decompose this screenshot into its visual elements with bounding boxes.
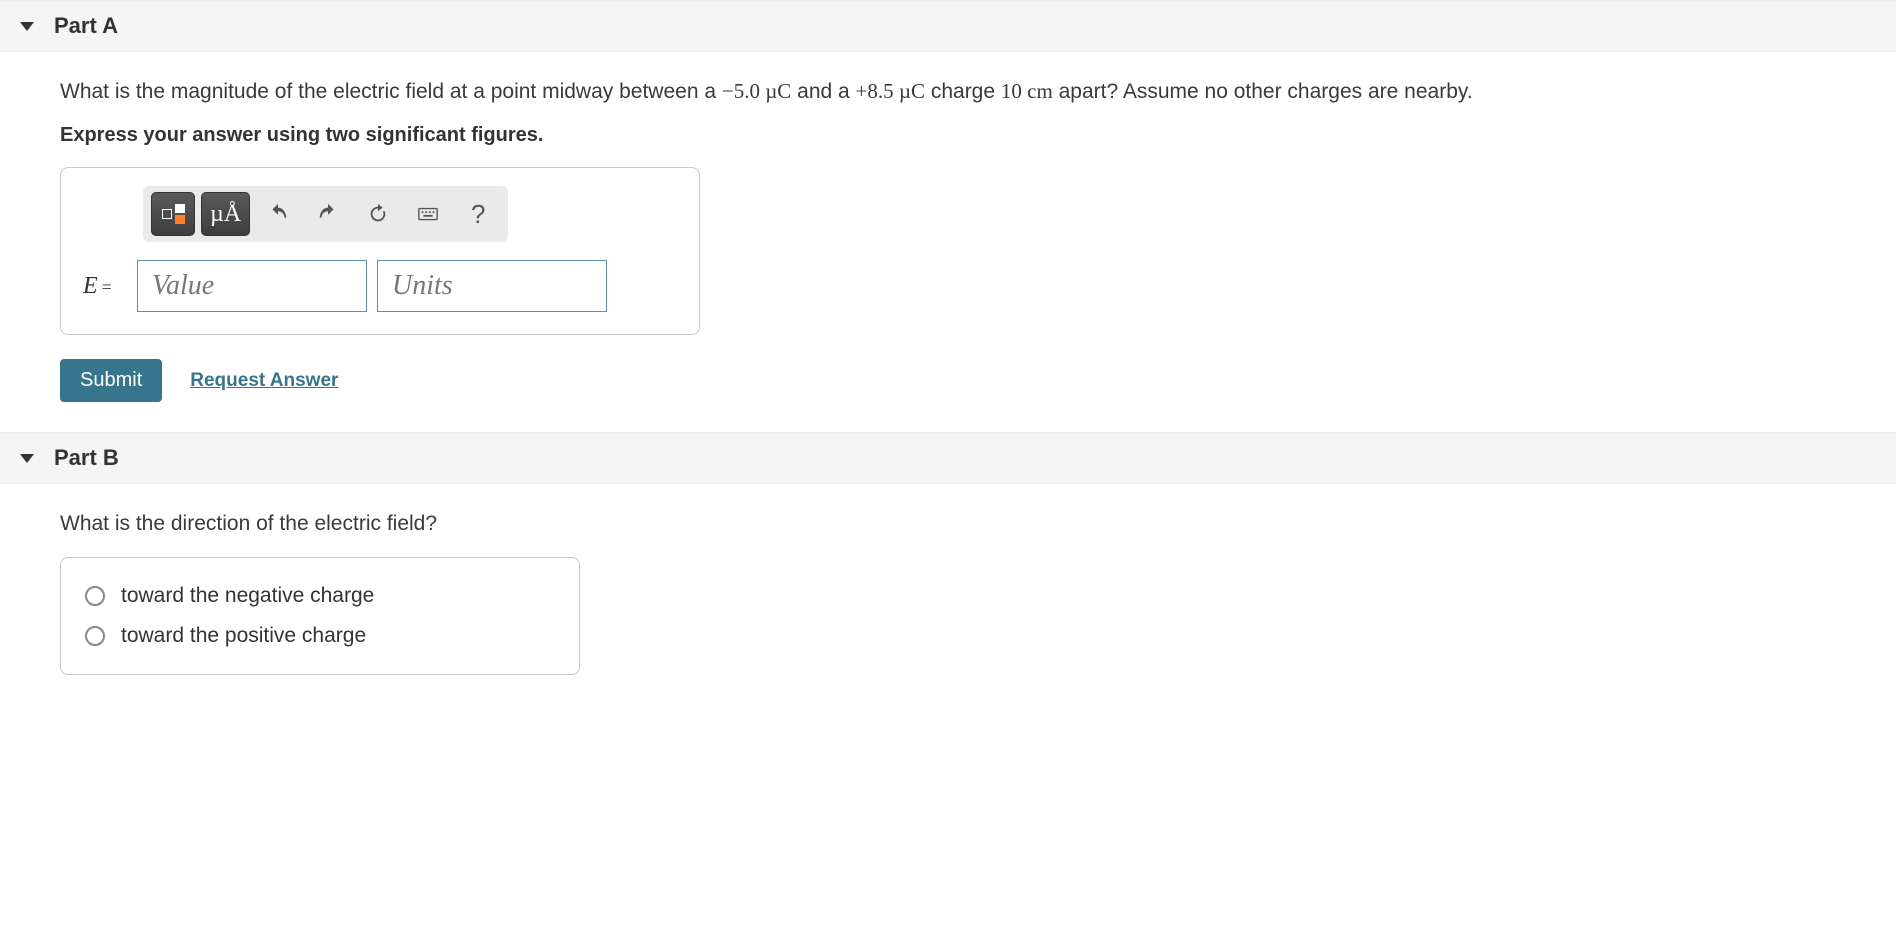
question-text-mid1: and a (791, 80, 855, 103)
keyboard-button[interactable] (406, 192, 450, 236)
part-a-title: Part A (54, 13, 118, 39)
part-b-header[interactable]: Part B (0, 432, 1896, 484)
part-b-content: What is the direction of the electric fi… (0, 484, 1896, 704)
undo-icon (267, 203, 289, 225)
instruction: Express your answer using two significan… (60, 124, 1836, 147)
question-text-pre: What is the magnitude of the electric fi… (60, 80, 722, 103)
part-b-question: What is the direction of the electric fi… (60, 509, 1836, 538)
units-input[interactable]: Units (377, 260, 607, 312)
radio-icon (85, 586, 105, 606)
part-a-content: What is the magnitude of the electric fi… (0, 52, 1896, 432)
reset-button[interactable] (356, 192, 400, 236)
fraction-icon (162, 204, 185, 224)
question-text-post: apart? Assume no other charges are nearb… (1053, 80, 1473, 103)
mc-option-1[interactable]: toward the positive charge (81, 616, 559, 656)
mc-box: toward the negative charge toward the po… (60, 557, 580, 675)
keyboard-icon (417, 203, 439, 225)
redo-button[interactable] (306, 192, 350, 236)
request-answer-link[interactable]: Request Answer (190, 370, 338, 392)
answer-toolbar: µÅ ? (143, 186, 508, 242)
reset-icon (367, 203, 389, 225)
value-input[interactable]: Value (137, 260, 367, 312)
charge-1: −5.0 µC (722, 79, 791, 103)
caret-down-icon (20, 22, 34, 31)
mc-option-label: toward the positive charge (121, 624, 366, 648)
mc-option-0[interactable]: toward the negative charge (81, 576, 559, 616)
undo-button[interactable] (256, 192, 300, 236)
help-button[interactable]: ? (456, 192, 500, 236)
input-row: E= Value Units (83, 260, 677, 312)
radio-icon (85, 626, 105, 646)
part-b-title: Part B (54, 445, 119, 471)
question-text-mid2: charge (925, 80, 1001, 103)
answer-box: µÅ ? E= Value Units (60, 167, 700, 335)
fraction-tool-button[interactable] (151, 192, 195, 236)
submit-button[interactable]: Submit (60, 359, 162, 402)
action-row: Submit Request Answer (60, 359, 1836, 402)
special-chars-button[interactable]: µÅ (201, 192, 250, 236)
caret-down-icon (20, 454, 34, 463)
mc-option-label: toward the negative charge (121, 584, 374, 608)
part-a-question: What is the magnitude of the electric fi… (60, 77, 1836, 106)
part-a-header[interactable]: Part A (0, 0, 1896, 52)
redo-icon (317, 203, 339, 225)
equals-sign: = (102, 277, 112, 297)
variable-E: E (83, 273, 98, 299)
distance: 10 cm (1001, 79, 1053, 103)
charge-2: +8.5 µC (856, 79, 925, 103)
variable-label: E= (83, 273, 127, 300)
